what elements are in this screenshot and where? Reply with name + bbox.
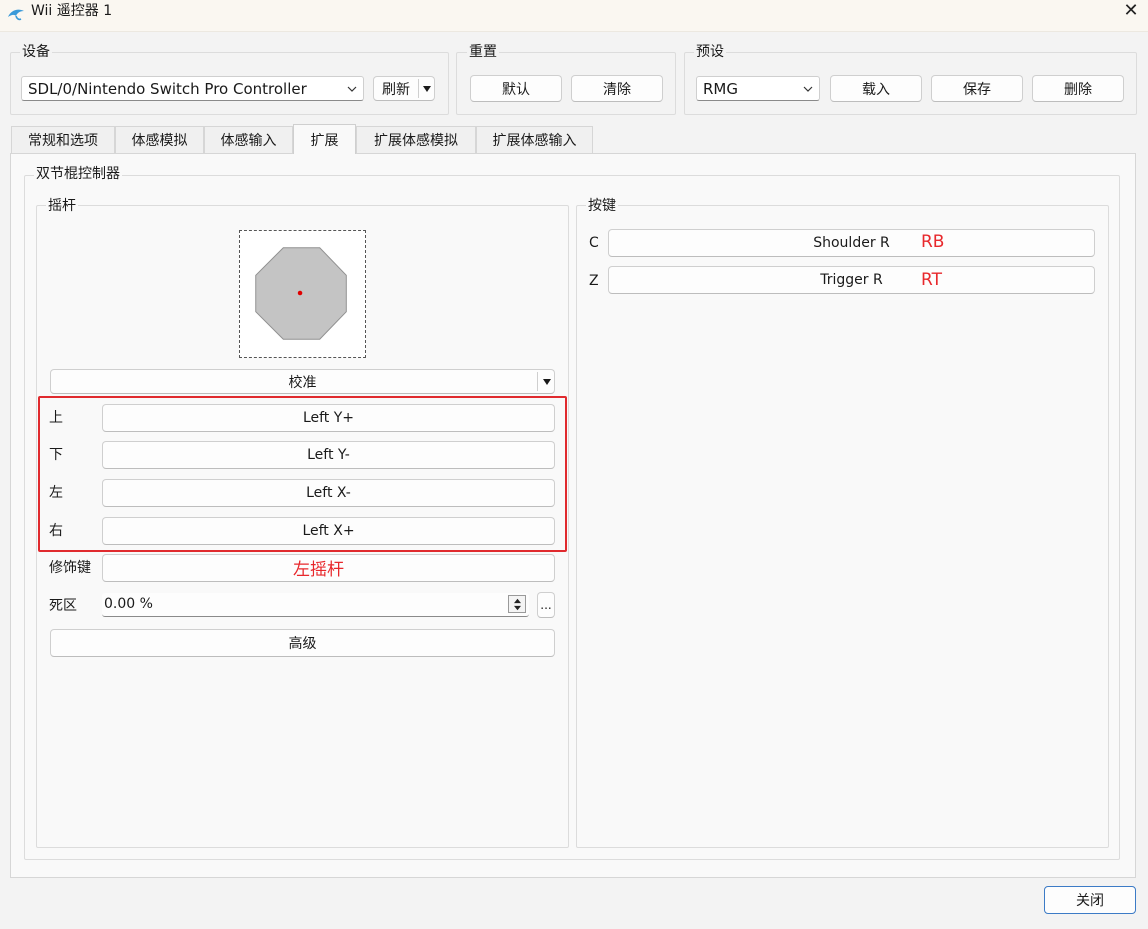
close-button[interactable]: 关闭 [1044,886,1136,914]
reset-group-title: 重置 [467,44,499,60]
up-mapping-button[interactable]: Left Y+ [102,404,555,432]
device-select[interactable]: SDL/0/Nintendo Switch Pro Controller [21,76,364,101]
z-mapping-button[interactable]: Trigger R [608,266,1095,294]
spin-down-icon[interactable] [513,605,522,612]
nunchuk-group-title: 双节棍控制器 [34,166,122,182]
calibrate-divider [537,372,538,391]
dolphin-app-icon [8,9,24,21]
refresh-divider [418,79,419,98]
device-select-value: SDL/0/Nintendo Switch Pro Controller [28,79,307,98]
window-title: Wii 遥控器 1 [31,3,113,19]
rt-annotation: RT [921,270,942,290]
right-mapping-button[interactable]: Left X+ [102,517,555,545]
right-label: 右 [49,523,63,539]
deadzone-spinbox[interactable]: 0.00 % [102,593,529,617]
title-bar: Wii 遥控器 1 ✕ [0,0,1148,32]
z-button-label: Z [589,273,599,289]
stick-range-octagon [255,247,347,340]
window-close-icon[interactable]: ✕ [1116,0,1146,22]
spin-buttons[interactable] [508,595,526,613]
default-button[interactable]: 默认 [470,75,562,102]
calibrate-button[interactable]: 校准 [50,369,555,394]
preset-group-title: 预设 [694,44,726,60]
modifier-label: 修饰键 [49,560,91,576]
clear-button[interactable]: 清除 [571,75,663,102]
tab-extension[interactable]: 扩展 [293,124,356,154]
chevron-down-icon [347,86,357,92]
down-mapping-button[interactable]: Left Y- [102,441,555,469]
calibrate-label: 校准 [288,374,317,391]
up-label: 上 [49,410,63,426]
buttons-group-title: 按键 [586,198,618,214]
deadzone-label: 死区 [49,598,77,614]
load-button[interactable]: 载入 [830,75,922,102]
tab-motion-simulation[interactable]: 体感模拟 [115,126,204,153]
tab-extension-motion-simulation[interactable]: 扩展体感模拟 [356,126,476,153]
delete-button[interactable]: 删除 [1032,75,1124,102]
deadzone-value: 0.00 % [104,596,153,612]
device-group-title: 设备 [20,44,52,60]
tab-extension-motion-input[interactable]: 扩展体感输入 [476,126,593,153]
spin-up-icon[interactable] [513,597,522,604]
buttons-group [576,205,1109,848]
left-mapping-button[interactable]: Left X- [102,479,555,507]
refresh-label: 刷新 [382,81,410,98]
rb-annotation: RB [921,232,945,252]
preset-select[interactable]: RMG [696,76,820,101]
save-button[interactable]: 保存 [931,75,1023,102]
dropdown-arrow-icon[interactable] [542,377,552,387]
stick-indicator [239,230,366,358]
stick-position-dot [297,290,303,296]
chevron-down-icon [803,86,813,92]
stick-group-title: 摇杆 [46,198,78,214]
left-label: 左 [49,485,63,501]
preset-select-value: RMG [703,79,738,98]
c-button-label: C [589,235,599,251]
deadzone-more-button[interactable]: ... [537,592,555,618]
tab-motion-input[interactable]: 体感输入 [204,126,293,153]
c-mapping-button[interactable]: Shoulder R [608,229,1095,257]
dropdown-arrow-icon[interactable] [422,84,432,94]
tab-general[interactable]: 常规和选项 [11,126,115,153]
left-stick-annotation: 左摇杆 [293,560,344,580]
down-label: 下 [49,447,63,463]
advanced-button[interactable]: 高级 [50,629,555,657]
